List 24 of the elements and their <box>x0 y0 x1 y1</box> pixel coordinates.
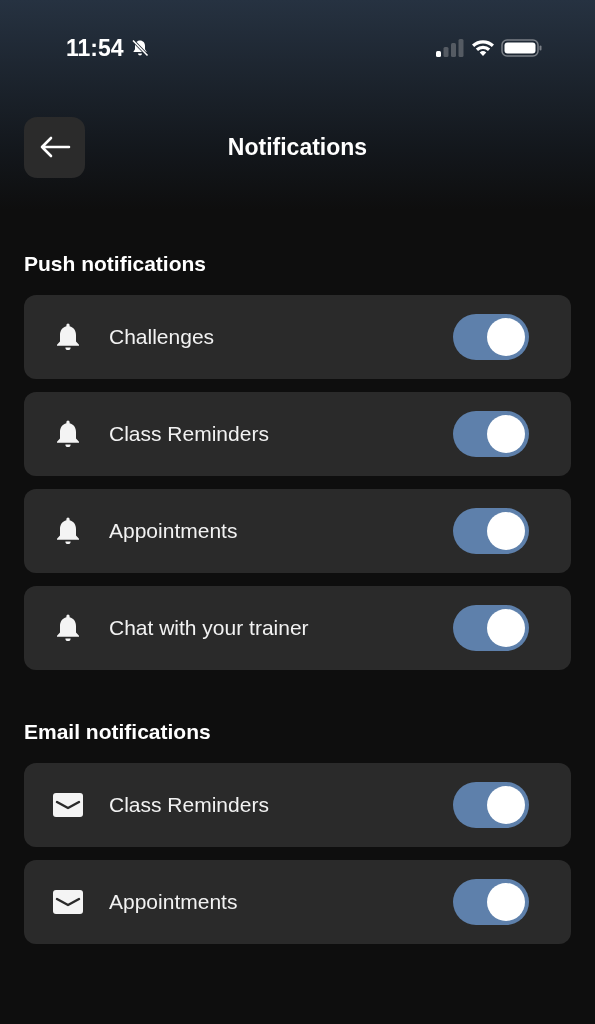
muted-bell-icon <box>129 38 150 58</box>
toggle-switch[interactable] <box>453 782 529 828</box>
page-title: Notifications <box>227 133 368 161</box>
back-arrow-icon <box>38 136 71 158</box>
back-button[interactable] <box>24 116 85 178</box>
toggle-switch[interactable] <box>453 605 529 651</box>
mail-icon <box>52 889 84 915</box>
setting-label: Chat with your trainer <box>109 616 310 640</box>
setting-label: Challenges <box>109 325 216 349</box>
mail-icon <box>52 792 84 818</box>
toggle-switch[interactable] <box>453 314 529 360</box>
setting-label: Class Reminders <box>109 793 270 817</box>
signal-icon <box>435 38 465 58</box>
wifi-icon <box>471 39 495 57</box>
section-title: Push notifications <box>24 252 207 276</box>
toggle-switch[interactable] <box>453 508 529 554</box>
toggle-switch[interactable] <box>453 879 529 925</box>
setting-label: Appointments <box>109 519 239 543</box>
section-title: Email notifications <box>24 720 212 744</box>
battery-icon <box>501 38 543 58</box>
status-time: 11:54 <box>66 34 124 62</box>
setting-label: Class Reminders <box>109 422 270 446</box>
toggle-switch[interactable] <box>453 411 529 457</box>
setting-label: Appointments <box>109 890 239 914</box>
